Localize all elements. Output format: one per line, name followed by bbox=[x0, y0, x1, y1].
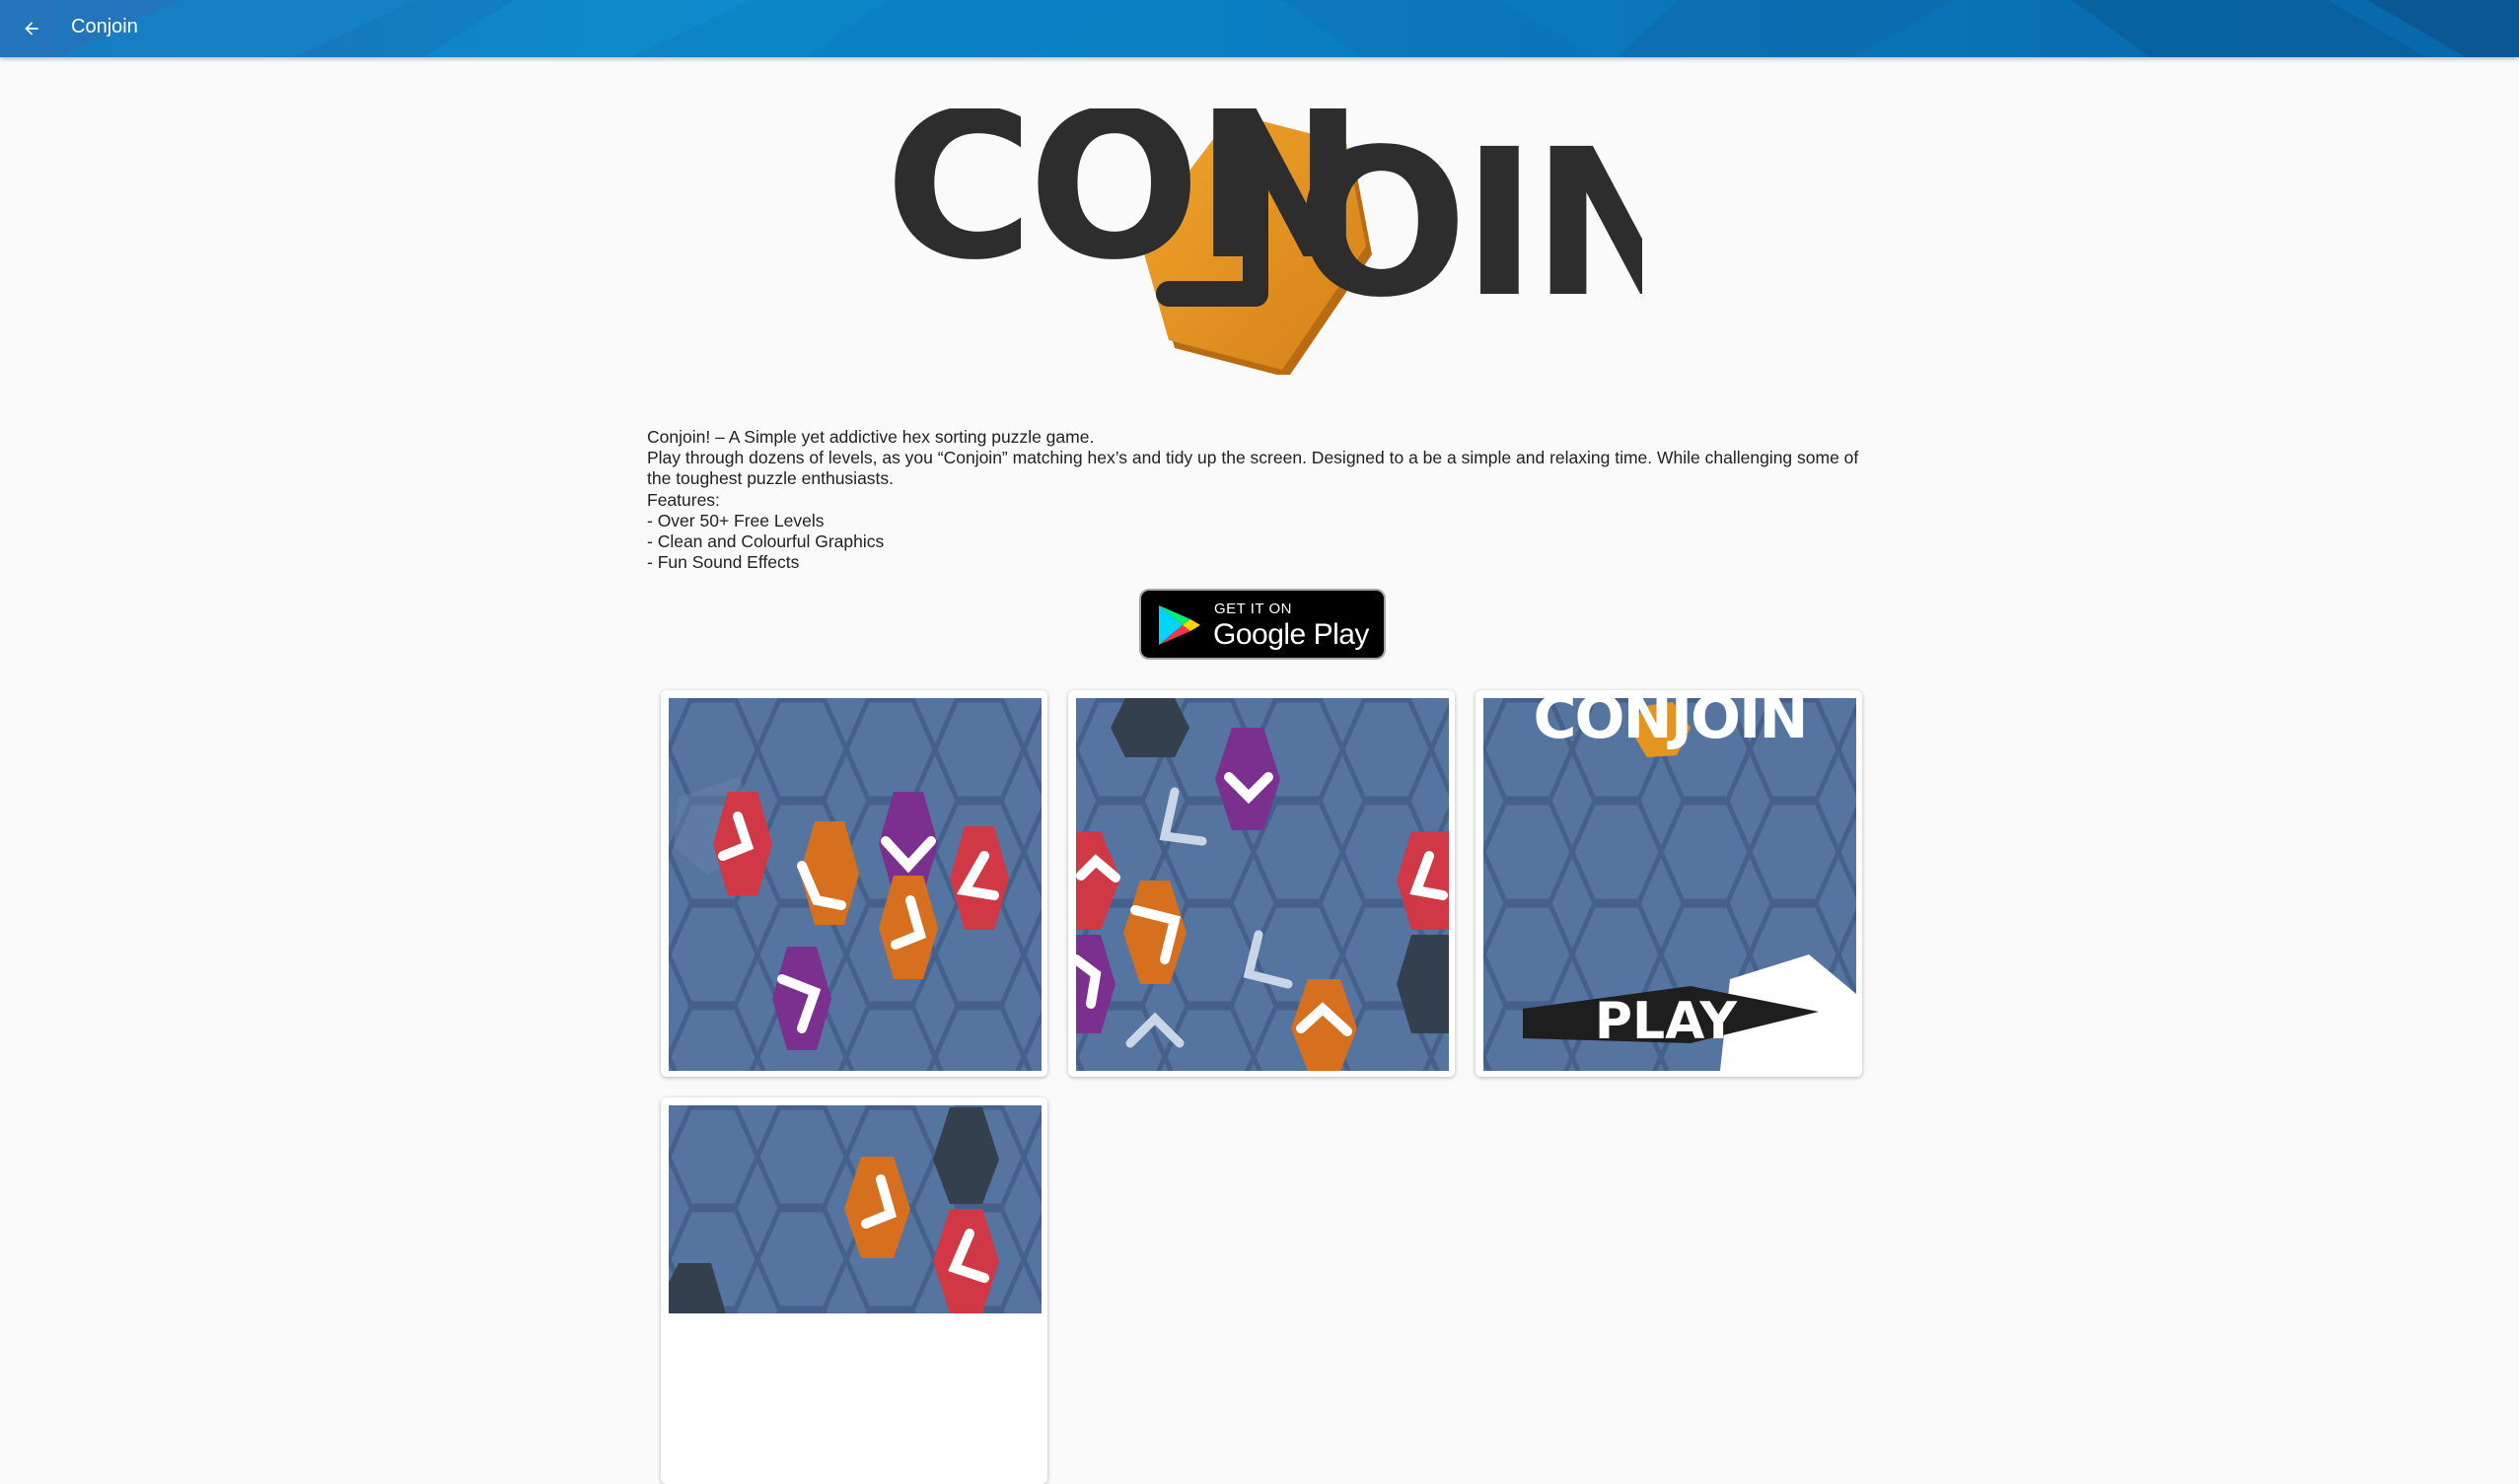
hex-board-2 bbox=[1076, 698, 1449, 1071]
page-title: Conjoin bbox=[71, 16, 138, 37]
hex-board-1 bbox=[669, 698, 1042, 1071]
shot-logo-text: CONJOIN bbox=[1533, 698, 1806, 752]
logo-text-left: CON bbox=[885, 108, 1359, 305]
hex-board-3: CONJOIN PLAY bbox=[1483, 698, 1856, 1071]
back-button[interactable] bbox=[12, 9, 51, 48]
app-description: Conjoin! – A Simple yet addictive hex so… bbox=[647, 427, 1870, 573]
description-line: - Over 50+ Free Levels bbox=[647, 510, 825, 530]
screenshot-image-2 bbox=[1076, 698, 1449, 1071]
badge-big-text: Google Play bbox=[1213, 618, 1369, 651]
play-label: PLAY bbox=[1595, 992, 1739, 1051]
arrow-back-icon bbox=[25, 22, 38, 35]
screenshot-card-4[interactable] bbox=[661, 1097, 1047, 1484]
description-line: Play through dozens of levels, as you “C… bbox=[647, 448, 1859, 489]
appbar-background bbox=[0, 0, 2519, 57]
description-line: - Fun Sound Effects bbox=[647, 552, 800, 573]
screenshot-image-3: CONJOIN PLAY bbox=[1483, 698, 1856, 1071]
badge-small-text: GET IT ON bbox=[1214, 601, 1292, 617]
description-line: - Clean and Colourful Graphics bbox=[647, 531, 885, 552]
conjoin-logo: CON OIN bbox=[885, 108, 1642, 375]
screenshot-image-1 bbox=[669, 698, 1042, 1071]
description-line: Features: bbox=[647, 489, 720, 510]
google-play-icon bbox=[1159, 605, 1200, 645]
google-play-badge[interactable]: GET IT ON Google Play bbox=[1139, 589, 1386, 660]
screenshot-card-1[interactable] bbox=[661, 690, 1047, 1077]
app-bar: Conjoin bbox=[0, 0, 2519, 57]
logo-text-right: OIN bbox=[1295, 108, 1642, 342]
screenshot-image-4 bbox=[669, 1105, 1042, 1313]
hex-board-4 bbox=[669, 1105, 1042, 1313]
screenshot-card-2[interactable] bbox=[1068, 690, 1455, 1077]
screenshot-card-3[interactable]: CONJOIN PLAY bbox=[1475, 690, 1862, 1077]
description-line: Conjoin! – A Simple yet addictive hex so… bbox=[647, 427, 1095, 447]
